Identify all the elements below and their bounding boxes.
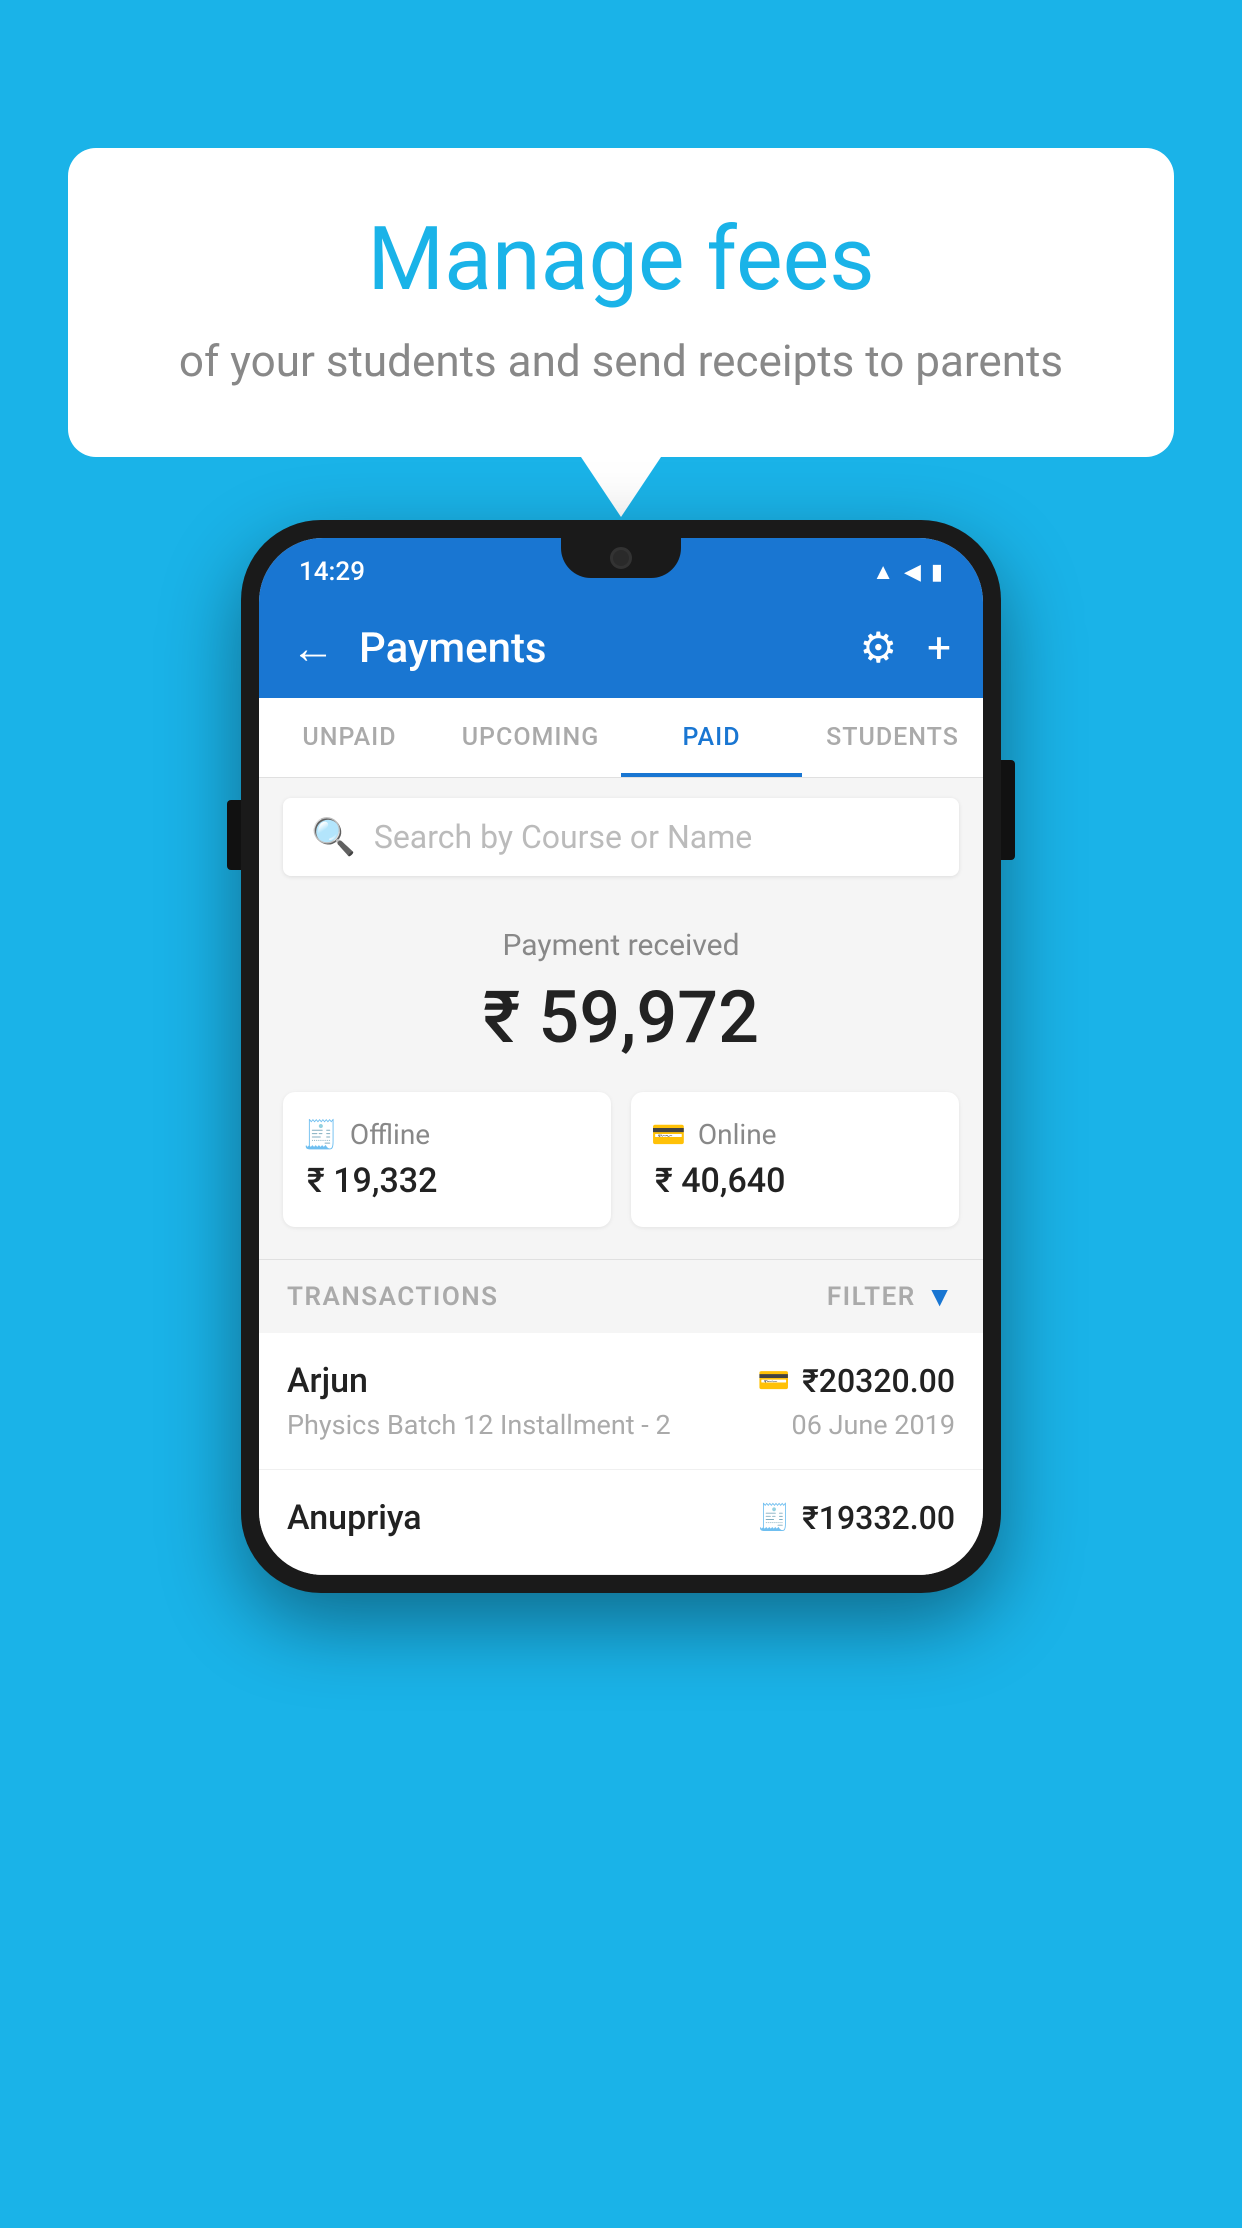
search-input[interactable]: Search by Course or Name [374, 818, 752, 856]
offline-icon: 🧾 [303, 1118, 338, 1151]
transaction-top-1: Arjun 💳 ₹20320.00 [287, 1361, 955, 1401]
tab-upcoming[interactable]: UPCOMING [440, 698, 621, 777]
app-bar: ← Payments ⚙ + [259, 598, 983, 698]
tabs-bar: UNPAID UPCOMING PAID STUDENTS [259, 698, 983, 778]
transactions-list: Arjun 💳 ₹20320.00 Physics Batch 12 Insta… [259, 1333, 983, 1575]
transactions-header: TRANSACTIONS FILTER ▼ [259, 1259, 983, 1333]
table-row[interactable]: Anupriya 🧾 ₹19332.00 [259, 1470, 983, 1575]
tab-students[interactable]: STUDENTS [802, 698, 983, 777]
phone-outer: 14:29 ▲ ◀ ▮ ← Payments ⚙ + UNPAID [241, 520, 1001, 1593]
online-label: Online [698, 1118, 777, 1151]
tab-unpaid[interactable]: UNPAID [259, 698, 440, 777]
offline-label: Offline [350, 1118, 430, 1151]
status-time: 14:29 [299, 557, 365, 587]
table-row[interactable]: Arjun 💳 ₹20320.00 Physics Batch 12 Insta… [259, 1333, 983, 1470]
front-camera [610, 547, 632, 569]
transactions-label: TRANSACTIONS [287, 1282, 499, 1312]
transaction-top-2: Anupriya 🧾 ₹19332.00 [287, 1498, 955, 1538]
speech-bubble-tail [581, 457, 661, 517]
transaction-date-1: 06 June 2019 [792, 1409, 955, 1441]
payment-received-label: Payment received [283, 928, 959, 963]
search-container: 🔍 Search by Course or Name [259, 778, 983, 896]
settings-icon[interactable]: ⚙ [860, 623, 898, 673]
offline-card: 🧾 Offline ₹ 19,332 [283, 1092, 611, 1227]
online-icon: 💳 [651, 1118, 686, 1151]
speech-bubble: Manage fees of your students and send re… [68, 148, 1174, 457]
tab-paid[interactable]: PAID [621, 698, 802, 777]
search-box[interactable]: 🔍 Search by Course or Name [283, 798, 959, 876]
speech-bubble-container: Manage fees of your students and send re… [68, 148, 1174, 517]
filter-label: FILTER [827, 1282, 916, 1312]
filter-button[interactable]: FILTER ▼ [827, 1280, 955, 1313]
add-icon[interactable]: + [927, 624, 951, 673]
transaction-detail-1: Physics Batch 12 Installment - 2 [287, 1409, 671, 1441]
transaction-amount-row-2: 🧾 ₹19332.00 [758, 1499, 955, 1537]
status-icons: ▲ ◀ ▮ [872, 559, 943, 585]
wifi-icon: ▲ [872, 559, 894, 585]
online-card: 💳 Online ₹ 40,640 [631, 1092, 959, 1227]
speech-bubble-subtitle: of your students and send receipts to pa… [148, 335, 1094, 387]
offline-card-header: 🧾 Offline [303, 1118, 591, 1151]
offline-amount: ₹ 19,332 [303, 1161, 591, 1201]
transaction-amount-row-1: 💳 ₹20320.00 [758, 1362, 955, 1400]
online-amount: ₹ 40,640 [651, 1161, 939, 1201]
app-bar-title: Payments [359, 624, 836, 673]
search-icon: 🔍 [311, 816, 356, 858]
phone-inner: 14:29 ▲ ◀ ▮ ← Payments ⚙ + UNPAID [259, 538, 983, 1575]
online-card-header: 💳 Online [651, 1118, 939, 1151]
phone-mockup: 14:29 ▲ ◀ ▮ ← Payments ⚙ + UNPAID [241, 520, 1001, 2228]
speech-bubble-title: Manage fees [148, 208, 1094, 311]
transaction-amount-1: ₹20320.00 [802, 1362, 955, 1400]
transaction-name-2: Anupriya [287, 1498, 422, 1538]
transaction-amount-2: ₹19332.00 [802, 1499, 955, 1537]
transaction-bottom-1: Physics Batch 12 Installment - 2 06 June… [287, 1409, 955, 1441]
signal-icon: ◀ [904, 560, 921, 585]
filter-icon: ▼ [926, 1280, 955, 1313]
payment-summary: Payment received ₹ 59,972 🧾 Offline ₹ 19… [259, 896, 983, 1259]
phone-notch [561, 538, 681, 578]
payment-cards: 🧾 Offline ₹ 19,332 💳 Online ₹ 40,640 [283, 1092, 959, 1227]
payment-total-amount: ₹ 59,972 [283, 975, 959, 1060]
battery-icon: ▮ [931, 560, 943, 585]
transaction-cash-icon-2: 🧾 [758, 1503, 790, 1533]
back-button[interactable]: ← [291, 622, 335, 674]
app-bar-actions: ⚙ + [860, 623, 952, 673]
transaction-card-icon-1: 💳 [758, 1366, 790, 1396]
transaction-name-1: Arjun [287, 1361, 368, 1401]
